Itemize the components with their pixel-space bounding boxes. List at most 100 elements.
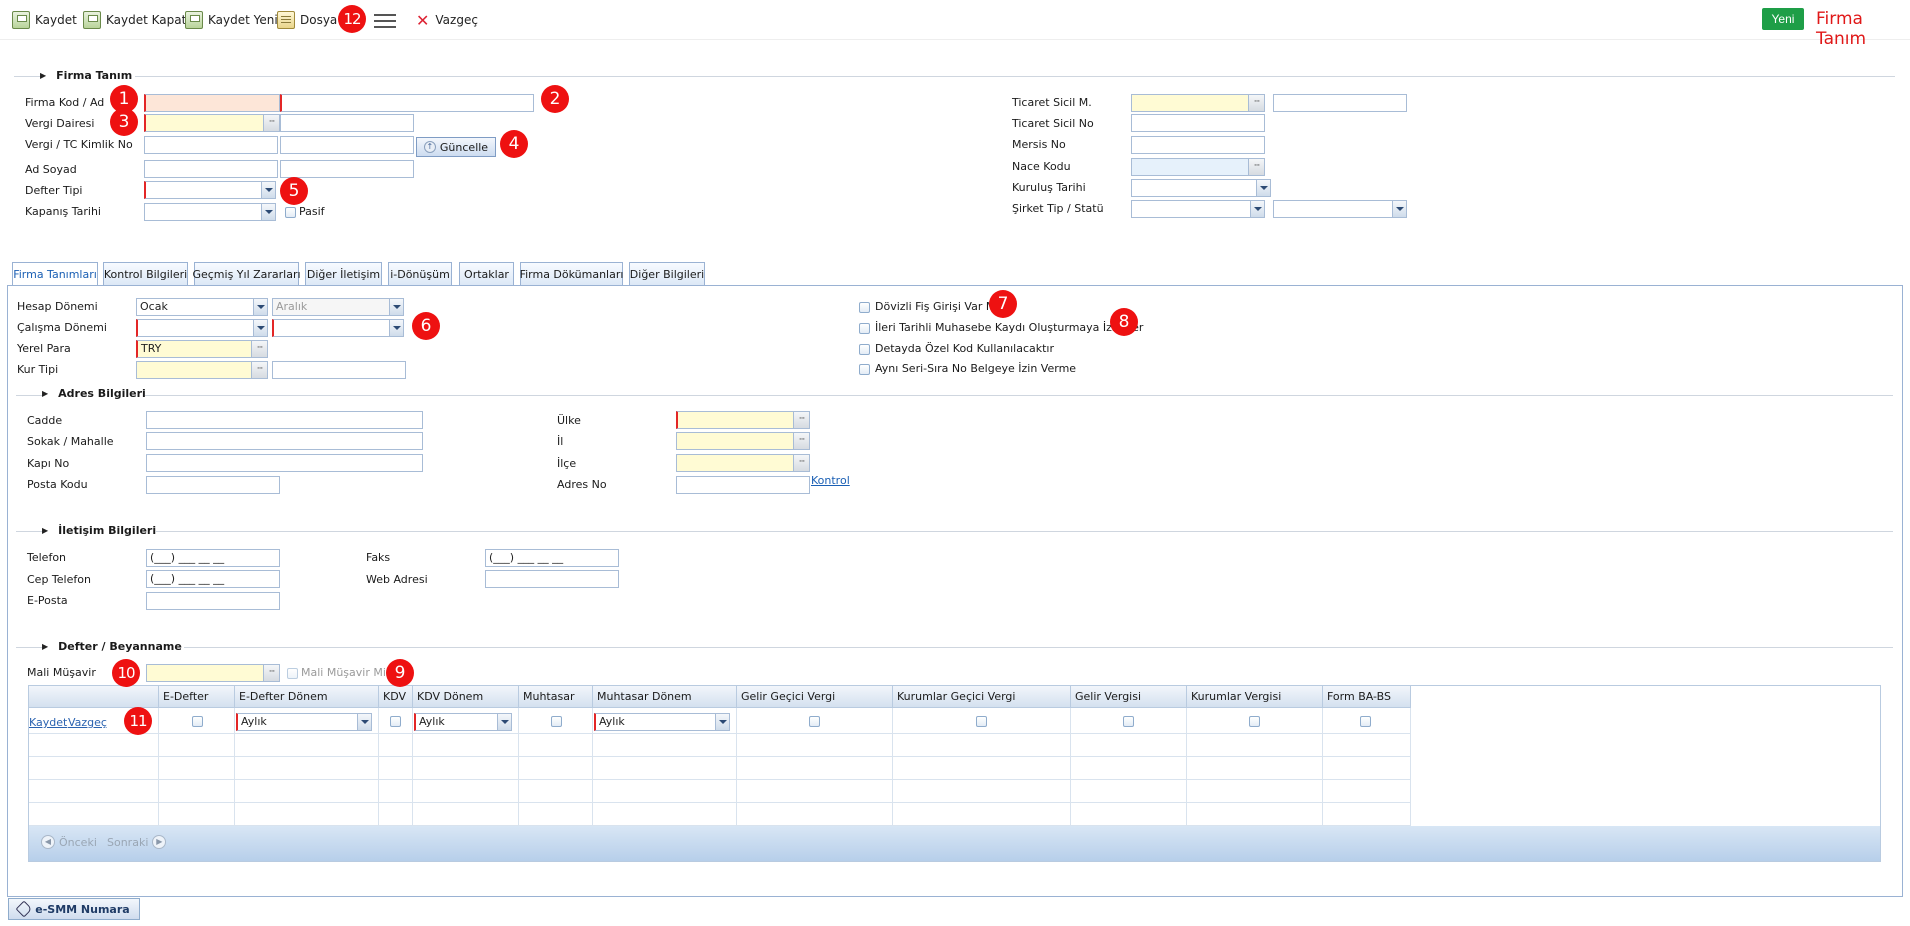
chevron-down-icon[interactable] [389,320,403,336]
lookup-icon[interactable]: ··· [793,455,809,471]
chevron-down-icon[interactable] [497,714,511,730]
kurulus-tarihi-input[interactable] [1131,179,1271,197]
hamburger-menu-icon[interactable] [374,13,396,28]
adres-section-header[interactable]: ▶ Adres Bilgileri [42,386,146,400]
save-button[interactable]: Kaydet [12,9,77,31]
lookup-icon[interactable]: ··· [793,412,809,428]
telefon-input[interactable]: (___) ___ __ __ [146,549,280,567]
lookup-icon[interactable]: ··· [263,665,279,681]
faks-input[interactable]: (___) ___ __ __ [485,549,619,567]
new-button[interactable]: Yeni [1762,8,1804,30]
grid-header-e-defter-donem[interactable]: E-Defter Dönem [235,686,379,708]
hesap-donemi-end-select[interactable]: Aralık [272,298,404,316]
posta-kodu-input[interactable] [146,476,280,494]
il-input[interactable]: ··· [676,432,810,450]
defter-section-header[interactable]: ▶ Defter / Beyanname [42,639,182,653]
gelir-gecici-checkbox[interactable] [809,716,820,727]
chevron-down-icon[interactable] [389,299,403,315]
adres-no-input[interactable] [676,476,810,494]
row-cancel-link[interactable]: Vazgeç [68,716,107,729]
lookup-icon[interactable]: ··· [251,341,267,357]
kapi-no-input[interactable] [146,454,423,472]
mersis-no-input[interactable] [1131,136,1265,154]
lookup-icon[interactable]: ··· [1248,95,1264,111]
nace-kodu-input[interactable]: ··· [1131,158,1265,176]
ticaret-sicil-no-input[interactable] [1131,114,1265,132]
chevron-down-icon[interactable] [261,182,275,198]
kdv-donem-select[interactable]: Aylık [414,713,512,731]
chevron-down-icon[interactable] [261,204,275,220]
pasif-checkbox[interactable] [285,207,296,218]
grid-header-gelir-vergisi[interactable]: Gelir Vergisi [1071,686,1187,708]
tab-kontrol-bilgileri[interactable]: Kontrol Bilgileri [103,262,188,285]
cancel-button[interactable]: ✕ Vazgeç [416,9,478,31]
chevron-down-icon[interactable] [1250,201,1264,217]
guncelle-button[interactable]: ↑ Güncelle [416,137,496,157]
vergi-dairesi-name-input[interactable] [280,114,414,132]
defter-tipi-select[interactable] [144,181,276,199]
e-defter-donem-select[interactable]: Aylık [236,713,372,731]
grid-header-kurumlar-vergisi[interactable]: Kurumlar Vergisi [1187,686,1323,708]
sirket-tip-select[interactable] [1131,200,1265,218]
chevron-down-icon[interactable] [1392,201,1406,217]
ticaret-sicil-m-input[interactable]: ··· [1131,94,1265,112]
firma-tanim-section-header[interactable]: ▶ Firma Tanım [40,68,132,82]
lookup-icon[interactable]: ··· [793,433,809,449]
iletisim-section-header[interactable]: ▶ İletişim Bilgileri [42,523,156,537]
chevron-down-icon[interactable] [715,714,729,730]
grid-header-gelir-gecici[interactable]: Gelir Geçici Vergi [737,686,893,708]
tab-i-donusum[interactable]: i-Dönüşüm [388,262,452,285]
tab-diger-iletisim[interactable]: Diğer İletişim [305,262,382,285]
grid-header-kurumlar-gecici[interactable]: Kurumlar Geçici Vergi [893,686,1071,708]
firma-kod-input[interactable] [144,94,280,112]
lookup-icon[interactable]: ··· [263,115,279,131]
mali-musavir-input[interactable]: ··· [146,664,280,682]
yerel-para-input[interactable]: TRY ··· [136,340,268,358]
esmm-numara-button[interactable]: e-SMM Numara [8,898,140,920]
row-save-link[interactable]: Kaydet [29,716,67,729]
dovizli-fis-checkbox[interactable] [859,302,870,313]
calisma-donemi-end-select[interactable] [272,319,404,337]
kdv-checkbox[interactable] [390,716,401,727]
tab-firma-dokumanlari[interactable]: Firma Dökümanları [520,262,623,285]
ticaret-sicil-m-name-input[interactable] [1273,94,1407,112]
e-defter-checkbox[interactable] [192,716,203,727]
chevron-down-icon[interactable] [357,714,371,730]
e-posta-input[interactable] [146,592,280,610]
cadde-input[interactable] [146,411,423,429]
calisma-donemi-start-select[interactable] [136,319,268,337]
ileri-tarihli-checkbox[interactable] [859,323,870,334]
sirket-statu-select[interactable] [1273,200,1407,218]
ozel-kod-checkbox[interactable] [859,344,870,355]
kontrol-link[interactable]: Kontrol [811,474,850,487]
lookup-icon[interactable]: ··· [1248,159,1264,175]
kurumlar-vergisi-checkbox[interactable] [1249,716,1260,727]
muhtasar-checkbox[interactable] [551,716,562,727]
grid-header-form-ba-bs[interactable]: Form BA-BS [1323,686,1411,708]
grid-header-muhtasar[interactable]: Muhtasar [519,686,593,708]
ulke-input[interactable]: ··· [676,411,810,429]
soyad-input[interactable] [280,160,414,178]
grid-header-muhtasar-donem[interactable]: Muhtasar Dönem [593,686,737,708]
tab-diger-bilgileri[interactable]: Diğer Bilgileri [629,262,705,285]
kur-tipi-input[interactable]: ··· [136,361,268,379]
web-adresi-input[interactable] [485,570,619,588]
kapanis-tarihi-input[interactable] [144,203,276,221]
tab-ortaklar[interactable]: Ortaklar [459,262,514,285]
grid-header-e-defter[interactable]: E-Defter [159,686,235,708]
chevron-down-icon[interactable] [253,299,267,315]
prev-page-button[interactable]: ◀ Önceki [41,835,97,849]
kurumlar-gecici-checkbox[interactable] [976,716,987,727]
muhtasar-donem-select[interactable]: Aylık [594,713,730,731]
grid-header-kdv-donem[interactable]: KDV Dönem [413,686,519,708]
file-button[interactable]: Dosya [277,9,337,31]
tab-gecmis-yil-zararlari[interactable]: Geçmiş Yıl Zararları [192,262,301,285]
chevron-down-icon[interactable] [253,320,267,336]
vergi-no-input[interactable] [144,136,278,154]
next-page-button[interactable]: Sonraki ▶ [107,835,167,849]
sokak-input[interactable] [146,432,423,450]
firma-ad-input[interactable] [280,94,534,112]
kur-tipi-name-input[interactable] [272,361,406,379]
lookup-icon[interactable]: ··· [251,362,267,378]
cep-telefon-input[interactable]: (___) ___ __ __ [146,570,280,588]
